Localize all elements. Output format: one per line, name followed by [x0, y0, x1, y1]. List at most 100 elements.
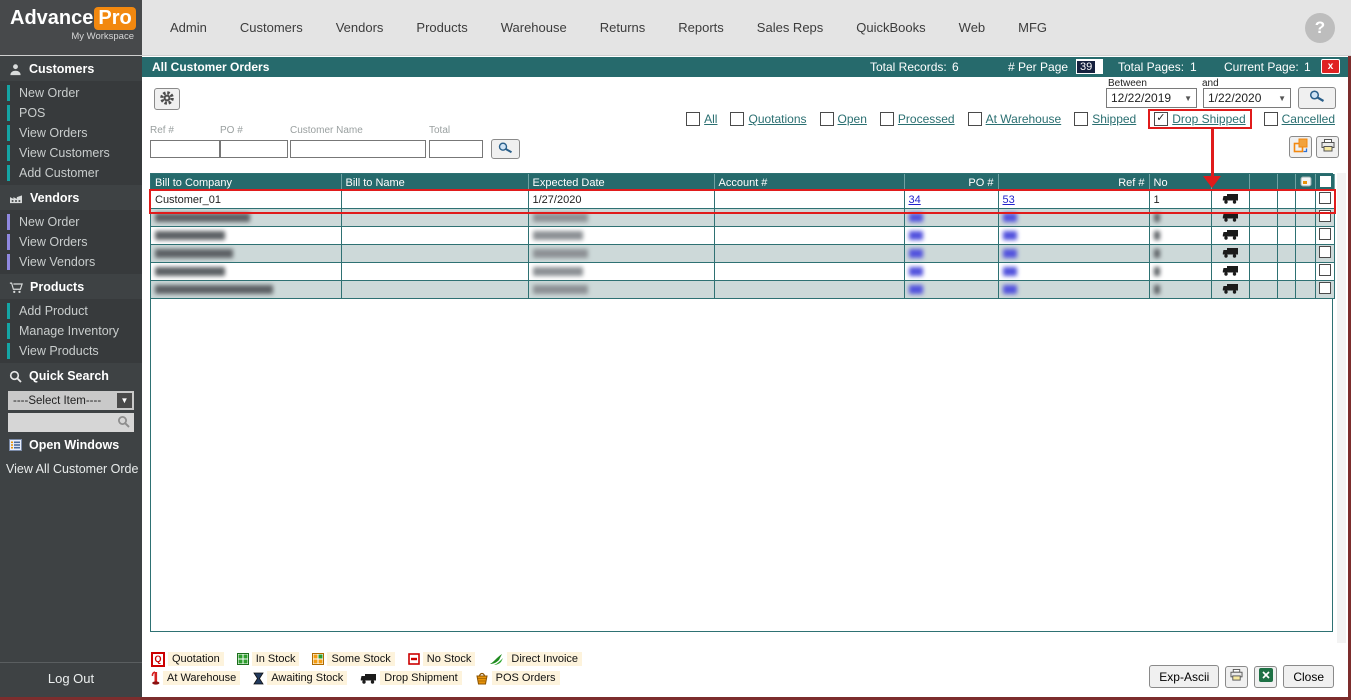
sidebar-item-view-orders[interactable]: View Orders: [0, 123, 142, 143]
ref-number-link[interactable]: 53: [1003, 194, 1015, 206]
export-excel-button[interactable]: [1254, 666, 1277, 688]
table-row-redacted[interactable]: [151, 227, 1334, 245]
sidebar-item-view-products[interactable]: View Products: [0, 341, 142, 361]
settings-button[interactable]: [154, 88, 180, 110]
open-filter-label[interactable]: Open: [838, 112, 867, 126]
at-warehouse-filter-label[interactable]: At Warehouse: [986, 112, 1062, 126]
icon-column-header: [1295, 174, 1315, 191]
filter-shipped[interactable]: Shipped: [1074, 112, 1136, 126]
nav-item-mfg[interactable]: MFG: [1018, 20, 1047, 35]
at-warehouse-checkbox[interactable]: [968, 112, 982, 126]
processed-checkbox[interactable]: [880, 112, 894, 126]
total-search-input[interactable]: [429, 140, 483, 158]
date-search-button[interactable]: [1298, 87, 1336, 109]
sidebar-item-label: View Vendors: [19, 255, 95, 269]
filter-all[interactable]: All: [686, 112, 717, 126]
sidebar-item-new-order[interactable]: New Order: [0, 212, 142, 232]
filter-drop-shipped[interactable]: Drop Shipped: [1148, 109, 1251, 129]
nav-item-admin[interactable]: Admin: [170, 20, 207, 35]
filter-quotations[interactable]: Quotations: [730, 112, 806, 126]
sidebar-item-add-product[interactable]: Add Product: [0, 301, 142, 321]
print-button[interactable]: [1316, 136, 1339, 158]
sidebar-item-view-customers[interactable]: View Customers: [0, 143, 142, 163]
drop-shipped-checkbox[interactable]: [1154, 112, 1168, 126]
refresh-columns-button[interactable]: [1289, 136, 1312, 158]
quotations-checkbox[interactable]: [730, 112, 744, 126]
table-row[interactable]: Customer_011/27/202034531: [151, 191, 1334, 209]
ref-search-input[interactable]: [150, 140, 220, 158]
nav-item-vendors[interactable]: Vendors: [336, 20, 384, 35]
cell-ref-no[interactable]: 53: [998, 191, 1149, 209]
open-checkbox[interactable]: [820, 112, 834, 126]
logo[interactable]: AdvancePro My Workspace: [0, 0, 142, 55]
table-row-redacted[interactable]: [151, 263, 1334, 281]
nav-item-sales-reps[interactable]: Sales Reps: [757, 20, 823, 35]
cancelled-checkbox[interactable]: [1264, 112, 1278, 126]
cancelled-filter-label[interactable]: Cancelled: [1282, 112, 1335, 126]
search-icon[interactable]: [117, 415, 130, 431]
print-list-button[interactable]: [1225, 666, 1248, 688]
sidebar-item-add-customer[interactable]: Add Customer: [0, 163, 142, 183]
nav-item-customers[interactable]: Customers: [240, 20, 303, 35]
shipped-filter-label[interactable]: Shipped: [1092, 112, 1136, 126]
po-search-input[interactable]: [220, 140, 288, 158]
nav-item-quickbooks[interactable]: QuickBooks: [856, 20, 925, 35]
row-checkbox[interactable]: [1319, 210, 1331, 222]
sidebar-item-new-order[interactable]: New Order: [0, 83, 142, 103]
cell-po-no[interactable]: 34: [904, 191, 998, 209]
sidebar-section-customers[interactable]: Customers: [0, 56, 142, 81]
drop-shipped-filter-label[interactable]: Drop Shipped: [1172, 112, 1245, 126]
sidebar-item-view-orders[interactable]: View Orders: [0, 232, 142, 252]
quotations-filter-label[interactable]: Quotations: [748, 112, 806, 126]
close-window-button[interactable]: x: [1321, 59, 1340, 74]
table-row-redacted[interactable]: [151, 245, 1334, 263]
row-checkbox[interactable]: [1319, 282, 1331, 294]
column-header-no: No: [1149, 174, 1211, 191]
sidebar-section-vendors[interactable]: Vendors: [0, 185, 142, 210]
logout-button[interactable]: Log Out: [0, 662, 142, 697]
chevron-down-icon[interactable]: ▼: [117, 393, 132, 408]
row-checkbox[interactable]: [1319, 264, 1331, 276]
sidebar-item-pos[interactable]: POS: [0, 103, 142, 123]
scrollbar-track[interactable]: [1337, 173, 1346, 643]
sidebar-section-products[interactable]: Products: [0, 274, 142, 299]
select-all-checkbox[interactable]: [1320, 176, 1331, 187]
date-to-select[interactable]: 1/22/2020 ▼: [1203, 88, 1291, 108]
filter-processed[interactable]: Processed: [880, 112, 955, 126]
po-number-link[interactable]: 34: [909, 194, 921, 206]
table-row-redacted[interactable]: [151, 209, 1334, 227]
all-filter-label[interactable]: All: [704, 112, 717, 126]
table-row-redacted[interactable]: [151, 281, 1334, 299]
sidebar-item-label: Add Product: [19, 304, 88, 318]
row-checkbox[interactable]: [1319, 192, 1331, 204]
per-page-input[interactable]: 39: [1076, 59, 1103, 74]
export-ascii-button[interactable]: Exp-Ascii: [1149, 665, 1219, 688]
date-from-select[interactable]: 12/22/2019 ▼: [1106, 88, 1197, 108]
nav-item-warehouse[interactable]: Warehouse: [501, 20, 567, 35]
legend-label: No Stock: [423, 652, 476, 666]
nav-item-returns[interactable]: Returns: [600, 20, 646, 35]
sidebar-item-manage-inventory[interactable]: Manage Inventory: [0, 321, 142, 341]
sidebar-item-view-vendors[interactable]: View Vendors: [0, 252, 142, 272]
filter-open[interactable]: Open: [820, 112, 867, 126]
close-button[interactable]: Close: [1283, 665, 1334, 688]
quick-search-input[interactable]: [8, 413, 134, 432]
shipped-checkbox[interactable]: [1074, 112, 1088, 126]
all-checkbox[interactable]: [686, 112, 700, 126]
filter-cancelled[interactable]: Cancelled: [1264, 112, 1335, 126]
row-checkbox[interactable]: [1319, 228, 1331, 240]
nav-item-web[interactable]: Web: [959, 20, 986, 35]
filter-search-button[interactable]: [491, 139, 520, 159]
nav-item-reports[interactable]: Reports: [678, 20, 724, 35]
total-label: Total: [429, 125, 483, 136]
accent-bar: [7, 85, 10, 101]
help-button[interactable]: ?: [1305, 13, 1335, 43]
customer-name-search-input[interactable]: [290, 140, 426, 158]
open-window-item[interactable]: View All Customer Orde: [0, 457, 142, 476]
quick-search-select[interactable]: ----Select Item---- ▼: [8, 391, 134, 410]
checkbox-cell: [1315, 191, 1334, 209]
nav-item-products[interactable]: Products: [416, 20, 467, 35]
processed-filter-label[interactable]: Processed: [898, 112, 955, 126]
filter-at-warehouse[interactable]: At Warehouse: [968, 112, 1062, 126]
row-checkbox[interactable]: [1319, 246, 1331, 258]
